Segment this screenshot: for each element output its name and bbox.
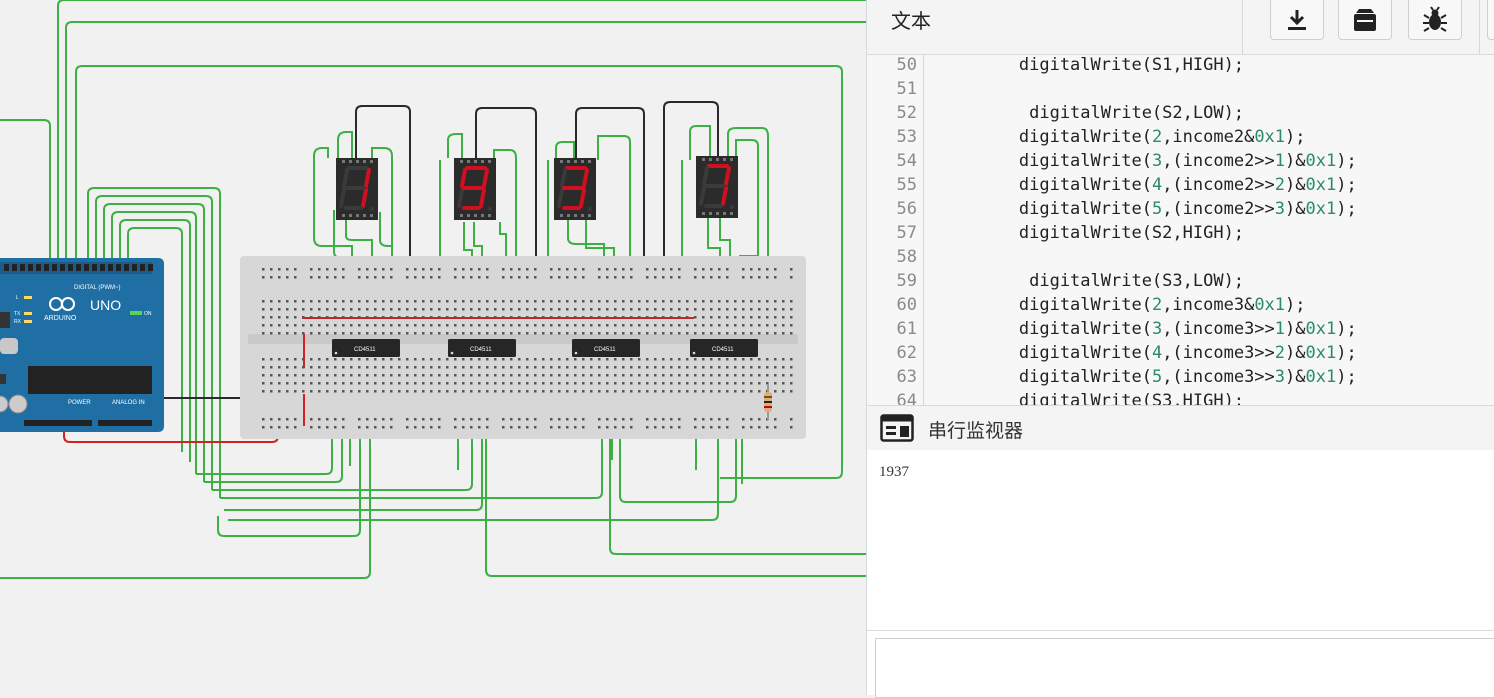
serial-monitor-icon	[880, 414, 914, 442]
library-icon	[1354, 8, 1376, 31]
arduino-uno-board[interactable]: DIGITAL (PWM~) UNO ARDUINO ON L TX RX PO…	[0, 258, 164, 432]
cd4511-chip[interactable]: CD4511	[690, 339, 758, 357]
library-button[interactable]	[1338, 0, 1392, 40]
serial-input[interactable]	[875, 638, 1494, 698]
download-icon	[1288, 9, 1306, 30]
download-button[interactable]	[1270, 0, 1324, 40]
cd4511-chip[interactable]: CD4511	[448, 339, 516, 357]
power-label: POWER	[68, 400, 91, 406]
line-number: 55	[896, 175, 917, 195]
circuit-canvas[interactable]: CD4511 CD4511 CD4511 CD4511 DIGITAL (PWM~) …	[0, 0, 866, 695]
board-name: UNO	[90, 297, 121, 313]
serial-monitor-title: 串行监视器	[928, 420, 1024, 442]
chip-label: CD4511	[470, 347, 492, 353]
code-line[interactable]: digitalWrite(4,(income2>>2)&0x1);	[937, 173, 1357, 197]
line-number: 56	[896, 199, 917, 219]
on-label: ON	[144, 311, 152, 317]
led-rx: RX	[14, 319, 22, 325]
line-number: 54	[896, 151, 917, 171]
line-number: 58	[896, 247, 917, 267]
seven-segment-display[interactable]	[554, 158, 596, 220]
serial-output: 1937	[867, 450, 1494, 631]
serial-monitor-header[interactable]: 串行监视器	[867, 405, 1494, 451]
line-number: 64	[896, 391, 917, 405]
serial-output-text: 1937	[879, 464, 909, 480]
code-panel: 文本 50 51 52 53 54 55 56 57 58 59 60 61 62 6	[866, 0, 1494, 698]
code-line[interactable]: digitalWrite(S2,HIGH);	[937, 221, 1244, 245]
header-divider	[1479, 0, 1480, 54]
line-number: 59	[896, 271, 917, 291]
analog-label: ANALOG IN	[112, 400, 145, 406]
chip-label: CD4511	[594, 347, 616, 353]
code-line[interactable]: digitalWrite(5,(income2>>3)&0x1);	[937, 197, 1357, 221]
line-number: 60	[896, 295, 917, 315]
cd4511-chip[interactable]: CD4511	[572, 339, 640, 357]
code-line[interactable]: digitalWrite(3,(income2>>1)&0x1);	[937, 149, 1357, 173]
bug-icon	[1423, 5, 1447, 32]
code-line[interactable]: digitalWrite(S3,HIGH);	[937, 389, 1244, 405]
line-number: 51	[896, 79, 917, 99]
code-line[interactable]: digitalWrite(S1,HIGH);	[937, 55, 1244, 77]
digital-label: DIGITAL (PWM~)	[74, 285, 121, 291]
chip-label: CD4511	[354, 347, 376, 353]
editor-header: 文本	[867, 0, 1494, 55]
cd4511-chip[interactable]: CD4511	[332, 339, 400, 357]
seven-segment-display[interactable]	[696, 156, 738, 218]
debugger-button[interactable]	[1408, 0, 1462, 40]
line-number: 57	[896, 223, 917, 243]
code-line[interactable]: digitalWrite(5,(income3>>3)&0x1);	[937, 365, 1357, 389]
code-line[interactable]: digitalWrite(4,(income3>>2)&0x1);	[937, 341, 1357, 365]
line-number: 52	[896, 103, 917, 123]
code-line[interactable]: digitalWrite(S2,LOW);	[937, 101, 1244, 125]
circuit-diagram[interactable]: CD4511 CD4511 CD4511 CD4511 DIGITAL (PWM~) …	[0, 0, 866, 695]
code-line[interactable]: digitalWrite(S3,LOW);	[937, 269, 1244, 293]
led-tx: TX	[14, 311, 21, 317]
line-number: 53	[896, 127, 917, 147]
line-number: 63	[896, 367, 917, 387]
line-number: 62	[896, 343, 917, 363]
led-l: L	[16, 295, 19, 301]
editor-mode-label[interactable]: 文本	[891, 5, 931, 34]
line-number: 61	[896, 319, 917, 339]
header-divider	[1242, 0, 1243, 54]
line-gutter: 50 51 52 53 54 55 56 57 58 59 60 61 62 63 64	[867, 55, 924, 405]
code-line[interactable]: digitalWrite(3,(income3>>1)&0x1);	[937, 317, 1357, 341]
code-line[interactable]: digitalWrite(2,income3&0x1);	[937, 293, 1306, 317]
code-editor[interactable]: 50 51 52 53 54 55 56 57 58 59 60 61 62 63 64 digitalWr…	[867, 55, 1494, 405]
code-line[interactable]: digitalWrite(2,income2&0x1);	[937, 125, 1306, 149]
seven-segment-display[interactable]	[454, 158, 496, 220]
more-button[interactable]	[1487, 0, 1494, 40]
chip-label: CD4511	[712, 347, 734, 353]
line-number: 50	[896, 55, 917, 75]
seven-segment-display[interactable]	[336, 158, 378, 220]
board-brand: ARDUINO	[44, 315, 77, 322]
